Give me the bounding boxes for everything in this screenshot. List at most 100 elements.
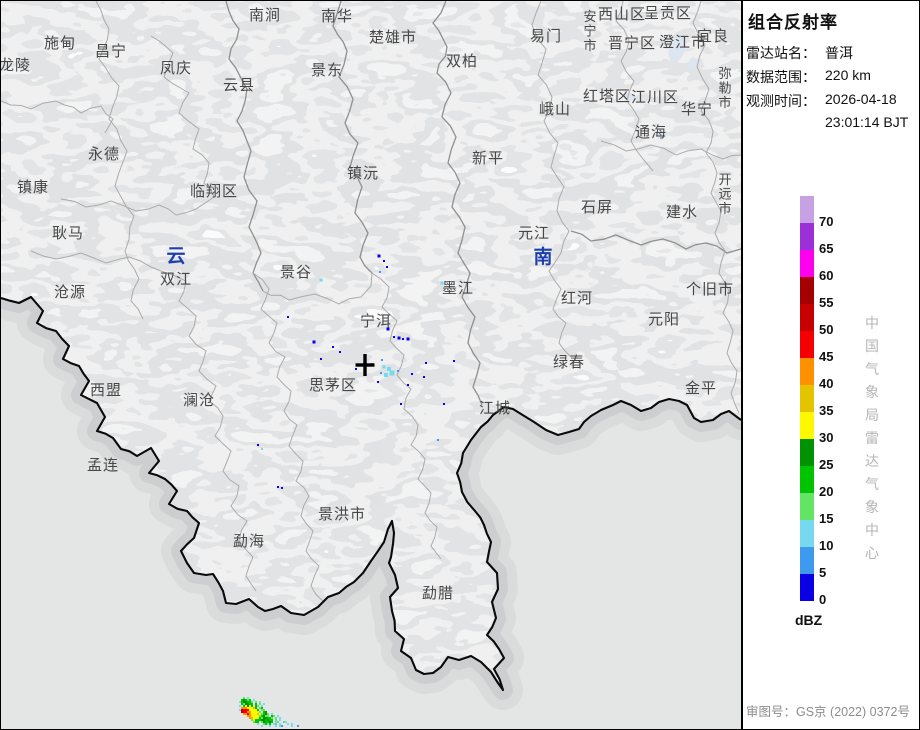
radar-echo-dot (281, 487, 283, 489)
radar-echo-dot (407, 384, 409, 386)
radar-echo-dot (390, 371, 395, 376)
dbz-scale-tick: 30 (819, 430, 853, 445)
radar-echo-dot (425, 362, 427, 364)
map-label-双柏: 双柏 (446, 53, 478, 70)
map-label-vertical-安宁市: 安宁市 (583, 9, 596, 53)
dbz-scale-segment (800, 223, 814, 250)
watermark-char: 国 (864, 335, 880, 358)
map-label-思茅区: 思茅区 (309, 377, 357, 394)
map-label-云县: 云县 (223, 77, 255, 94)
watermark-char: 象 (864, 381, 880, 404)
product-title: 组合反射率 (748, 8, 838, 33)
watermark-char: 中 (864, 312, 880, 335)
radar-echo-dot (277, 486, 279, 488)
watermark-char: 象 (864, 496, 880, 519)
dbz-scale-tick: 40 (819, 376, 853, 391)
radar-echo-dot (398, 337, 401, 340)
radar-echo-dot (386, 266, 388, 268)
map-label-元阳: 元阳 (648, 311, 680, 328)
map-label-金平: 金平 (685, 380, 717, 397)
time-date: 2026-04-18 (825, 91, 897, 107)
map-label-沧源: 沧源 (54, 284, 86, 301)
map-label-镇康: 镇康 (17, 179, 49, 196)
dbz-scale-segment (800, 520, 814, 547)
dbz-scale-segment (800, 250, 814, 277)
map-label-新平: 新平 (472, 150, 504, 167)
radar-product-window: 龙陵施甸昌宁凤庆云县永德镇康临翔区耿马沧源双江西盟澜沧孟连勐海景洪市勐腊景谷宁洱… (0, 0, 920, 730)
dbz-scale-segment (800, 466, 814, 493)
radar-echo-dot (261, 448, 263, 450)
map-license-number: 审图号：GS京 (2022) 0372号 (746, 701, 918, 720)
dbz-scale-tick: 5 (819, 565, 853, 580)
radar-echo-dot (313, 341, 316, 344)
map-label-永德: 永德 (88, 145, 120, 163)
radar-echo-dot (443, 403, 445, 405)
radar-echo-dot (378, 255, 381, 258)
radar-map-canvas: 龙陵施甸昌宁凤庆云县永德镇康临翔区耿马沧源双江西盟澜沧孟连勐海景洪市勐腊景谷宁洱… (1, 1, 741, 729)
watermark-char: 雷 (864, 427, 880, 450)
dbz-scale-segment (800, 358, 814, 385)
map-label-施甸: 施甸 (44, 35, 76, 52)
map-label-江城: 江城 (479, 400, 511, 417)
radar-echo-dot (381, 359, 383, 361)
dbz-scale-tick: 15 (819, 511, 853, 526)
map-label-镇沅: 镇沅 (347, 165, 379, 182)
map-label-临翔区: 临翔区 (190, 183, 238, 200)
radar-echo-dot (393, 336, 395, 338)
radar-echo-dot (380, 372, 382, 374)
dbz-scale-tick: 70 (819, 214, 853, 229)
dbz-scale-tick: 55 (819, 295, 853, 310)
dbz-unit-label: dBZ (795, 612, 822, 628)
map-label-红河: 红河 (561, 290, 593, 307)
map-label-景洪市: 景洪市 (318, 506, 366, 523)
map-label-墨江: 墨江 (442, 280, 474, 297)
station-value: 普洱 (825, 43, 853, 63)
dbz-scale-tick: 45 (819, 349, 853, 364)
range-value: 220 km (825, 67, 871, 83)
map-label-双江: 双江 (160, 271, 192, 288)
radar-echo-dot (423, 376, 425, 378)
watermark-char: 中 (864, 519, 880, 542)
map-label-景谷: 景谷 (280, 264, 312, 281)
map-label-建水: 建水 (666, 204, 698, 221)
dbz-scale-segment (800, 331, 814, 358)
radar-echo-dot (407, 338, 410, 341)
dbz-scale-tick: 60 (819, 268, 853, 283)
time-row: 观测时间： 2026-04-18 (746, 91, 816, 111)
radar-echo-dot (453, 360, 455, 362)
dbz-scale-segment (800, 547, 814, 574)
map-label-龙陵: 龙陵 (1, 57, 31, 74)
map-label-昌宁: 昌宁 (95, 43, 127, 60)
radar-echo-dot (437, 439, 439, 441)
map-label-勐海: 勐海 (233, 533, 265, 550)
dbz-scale-tick: 25 (819, 457, 853, 472)
province-label-南: 南 (533, 246, 552, 268)
radar-echo-dot (320, 279, 323, 282)
map-label-江川区: 江川区 (631, 89, 679, 106)
watermark-char: 气 (864, 473, 880, 496)
station-row: 雷达站名： 普洱 (746, 43, 816, 63)
dbz-color-scale (800, 196, 814, 601)
map-label-宁洱: 宁洱 (360, 313, 392, 330)
range-label: 数据范围： (746, 67, 816, 87)
time-clock: 23:01:14 BJT (825, 114, 908, 130)
dbz-scale-segment (800, 493, 814, 520)
map-label-易门: 易门 (530, 28, 562, 45)
map-label-西山区: 西山区 (598, 6, 646, 23)
map-label-华宁: 华宁 (681, 101, 713, 118)
map-label-景东: 景东 (311, 62, 343, 79)
dbz-scale-segment (800, 277, 814, 304)
station-label: 雷达站名： (746, 43, 816, 63)
province-label-云: 云 (166, 246, 185, 267)
map-label-勐腊: 勐腊 (422, 585, 454, 602)
map-label-孟连: 孟连 (87, 457, 119, 474)
radar-echo-dot (379, 271, 381, 273)
dbz-scale-segment (800, 196, 814, 223)
dbz-scale-tick: 10 (819, 538, 853, 553)
radar-echo-dot (383, 260, 385, 262)
lake (689, 57, 697, 69)
dbz-scale-tick: 0 (819, 592, 853, 607)
map-label-澜沧: 澜沧 (183, 392, 215, 409)
dbz-scale-segment (800, 439, 814, 466)
map-label-南华: 南华 (321, 8, 353, 25)
